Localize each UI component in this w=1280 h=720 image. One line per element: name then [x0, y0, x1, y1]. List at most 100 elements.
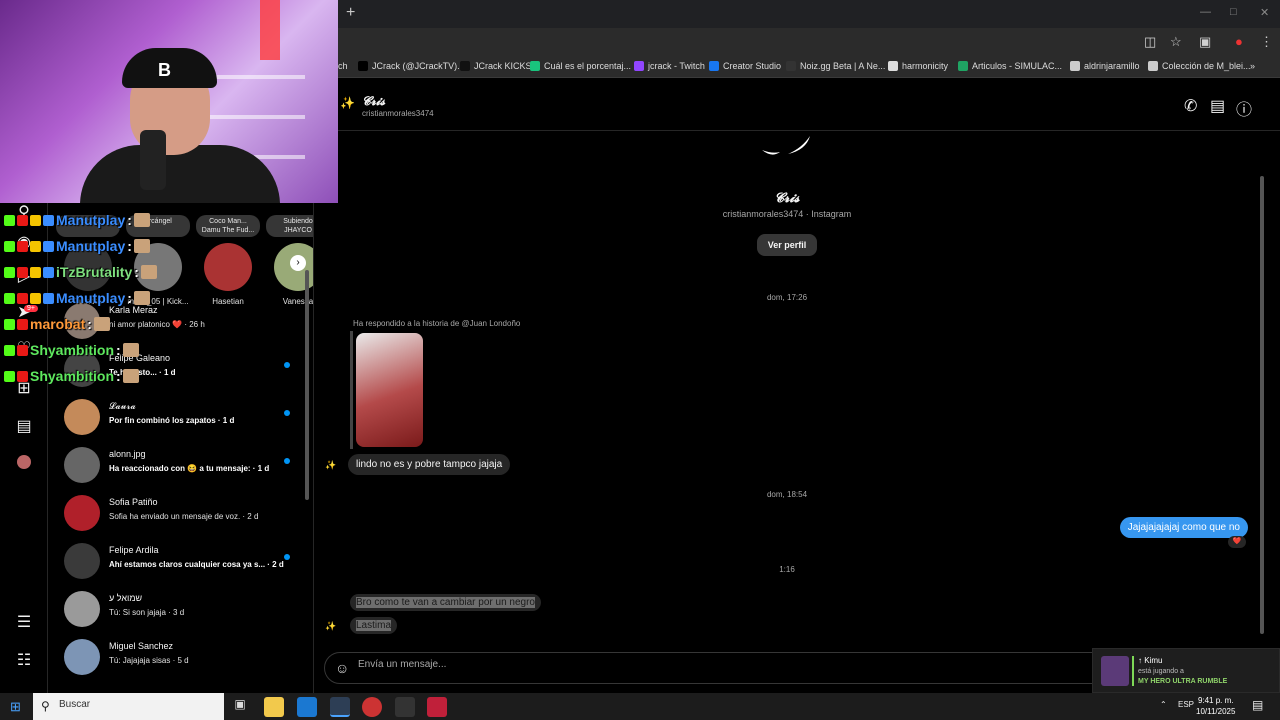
- file-explorer-icon[interactable]: [264, 697, 284, 717]
- taskbar-search-input[interactable]: [59, 699, 209, 710]
- app-icon[interactable]: [395, 697, 415, 717]
- message-incoming[interactable]: lindo no es y pobre tampco jajaja: [348, 454, 511, 475]
- chat-scrollbar[interactable]: [1260, 176, 1264, 634]
- emoji-icon[interactable]: ☺: [335, 660, 349, 676]
- chat-badge-icon: [4, 344, 15, 356]
- menu-kebab-icon[interactable]: ⋮: [1260, 34, 1273, 50]
- taskbar-search[interactable]: ⚲: [33, 693, 224, 720]
- chat-header: ✨ 𝓒𝓻𝓲𝓼 cristianmorales3474 ✆ ▤ ⓘ: [314, 78, 1280, 131]
- outlook-icon[interactable]: [297, 697, 317, 717]
- menu-icon[interactable]: ☰: [14, 613, 34, 633]
- task-view-icon[interactable]: ▣: [230, 697, 250, 717]
- contact-name[interactable]: 𝓒𝓻𝓲𝓼: [362, 94, 385, 109]
- bookmark-item[interactable]: Creator Studio: [709, 61, 781, 71]
- windows-start-icon[interactable]: ⊞: [10, 699, 24, 714]
- conversation-avatar: [64, 399, 100, 435]
- unread-dot: [284, 362, 290, 368]
- note-bubble: Subiendo JHAYCO: [266, 215, 313, 237]
- profile-picture: [758, 134, 818, 158]
- app-icon[interactable]: [427, 697, 447, 717]
- bookmark-item[interactable]: aldrinjaramillo: [1070, 61, 1140, 71]
- bookmark-label: ch: [338, 61, 348, 71]
- new-tab-icon[interactable]: +: [346, 4, 355, 22]
- bookmark-item[interactable]: ch: [338, 61, 348, 71]
- game-activity-notification[interactable]: ↑ Kimu está jugando a MY HERO ULTRA RUMB…: [1092, 648, 1280, 693]
- profile-avatar-icon[interactable]: [14, 455, 34, 475]
- chat-separator: :: [116, 342, 121, 358]
- sender-avatar-icon: ✨: [325, 460, 337, 470]
- chat-badge-icon: [30, 266, 41, 278]
- chat-username: Shyambition: [30, 342, 115, 358]
- profile-subtitle: cristianmorales3474 · Instagram: [722, 209, 852, 219]
- contact-avatar-icon[interactable]: ✨: [340, 96, 355, 110]
- tray-chevron-icon[interactable]: ⌃: [1160, 700, 1167, 709]
- dashboard-icon[interactable]: ▤: [14, 417, 34, 437]
- bookmark-item[interactable]: JCrack (@JCrackTV)...: [358, 61, 465, 71]
- close-icon[interactable]: ✕: [1260, 6, 1269, 19]
- profile-icon[interactable]: ●: [1235, 34, 1243, 49]
- clock[interactable]: 9:41 p. m. 10/11/2025: [1196, 695, 1235, 717]
- friend-avatar: [1101, 656, 1129, 686]
- microphone: [140, 130, 166, 190]
- conversation-item[interactable]: שמואל ע Tú: Si son jajaja · 3 d: [48, 589, 298, 637]
- conversation-name: Karla Meraz: [109, 305, 158, 315]
- info-icon[interactable]: ⓘ: [1236, 96, 1252, 120]
- bookmark-item[interactable]: Colección de M_blei...: [1148, 61, 1251, 71]
- install-app-icon[interactable]: ◫: [1144, 34, 1156, 50]
- chat-badge-icon: [30, 240, 41, 252]
- bookmark-star-icon[interactable]: ☆: [1170, 34, 1182, 50]
- obs-icon[interactable]: [362, 697, 382, 717]
- view-profile-button[interactable]: Ver perfil: [757, 234, 817, 256]
- chat-badge-icon: [4, 370, 15, 382]
- conversation-item[interactable]: alonn.jpg Ha reaccionado con 😆 a tu mensa…: [48, 445, 298, 493]
- unread-dot: [284, 410, 290, 416]
- bookmark-label: aldrinjaramillo: [1084, 61, 1140, 71]
- extensions-icon[interactable]: ▣: [1199, 34, 1211, 50]
- conversation-item[interactable]: Felipe Ardila Ahí estamos claros cualquie…: [48, 541, 298, 589]
- chat-username: Shyambition: [30, 368, 115, 384]
- chat-badge-icon: [17, 214, 28, 226]
- bookmark-item[interactable]: JCrack KICKS: [460, 61, 532, 71]
- conversation-item[interactable]: Sofia Patiño Sofia ha enviado un mensaje …: [48, 493, 298, 541]
- windows-taskbar: ⊞ ⚲ ▣ ⌃ ESP 9:41 p. m. 10/11/2025 ▤: [0, 693, 1280, 720]
- threads-icon[interactable]: ☷: [14, 651, 34, 671]
- conversation-scrollbar[interactable]: [305, 270, 309, 500]
- message-outgoing[interactable]: Jajajajajajaj como que no: [1119, 517, 1248, 538]
- devil-eyes-icon: [762, 136, 810, 155]
- maximize-icon[interactable]: □: [1230, 6, 1237, 18]
- search-icon: ⚲: [41, 699, 50, 713]
- bookmark-label: Creator Studio: [723, 61, 782, 71]
- conversation-name: Sofia Patiño: [109, 497, 158, 507]
- story-thumbnail[interactable]: [356, 333, 423, 447]
- language-indicator[interactable]: ESP: [1178, 700, 1194, 709]
- minimize-icon[interactable]: —: [1200, 6, 1211, 18]
- chrome-icon[interactable]: [330, 697, 350, 717]
- friend-name: ↑ Kimu: [1138, 656, 1163, 665]
- notification-center-icon[interactable]: ▤: [1252, 698, 1263, 712]
- chat-username: iTzBrutality: [56, 264, 133, 280]
- call-icon[interactable]: ✆: [1184, 96, 1197, 116]
- heart-reaction-icon[interactable]: ❤️: [1228, 536, 1246, 548]
- message-input[interactable]: [358, 659, 1058, 670]
- status-bar: [1132, 656, 1134, 686]
- webcam-overlay: B: [0, 0, 338, 203]
- conversation-avatar: [64, 495, 100, 531]
- message-incoming[interactable]: Bro como te van a cambiar por un negro: [350, 594, 541, 611]
- bookmark-item[interactable]: Articulos - SIMULAC...: [958, 61, 1062, 71]
- chat-badge-icon: [17, 266, 28, 278]
- next-stories-icon[interactable]: ›: [290, 255, 306, 271]
- conversation-item[interactable]: Miguel Sanchez Tú: Jajajaja sisas · 5 d: [48, 637, 298, 685]
- video-call-icon[interactable]: ▤: [1210, 96, 1225, 116]
- message-incoming[interactable]: Lastima: [350, 617, 398, 634]
- conversation-item[interactable]: 𝓛𝓪𝓾𝓻𝓪 Por fin combinó los zapatos · 1 d: [48, 397, 298, 445]
- bookmark-item[interactable]: Cuál es el porcentaj...: [530, 61, 631, 71]
- chat-badge-icon: [17, 344, 28, 356]
- chat-username: Manutplay: [56, 290, 126, 306]
- bookmark-item[interactable]: Noiz.gg Beta | A Ne...: [786, 61, 885, 71]
- more-bookmarks-icon[interactable]: »: [1250, 61, 1255, 71]
- note-bubble: Coco Man... Damu The Fud...: [196, 215, 260, 237]
- activity-text: está jugando a: [1138, 668, 1184, 675]
- bookmark-label: Noiz.gg Beta | A Ne...: [800, 61, 886, 71]
- bookmark-item[interactable]: harmonicity: [888, 61, 948, 71]
- bookmark-item[interactable]: jcrack - Twitch: [634, 61, 705, 71]
